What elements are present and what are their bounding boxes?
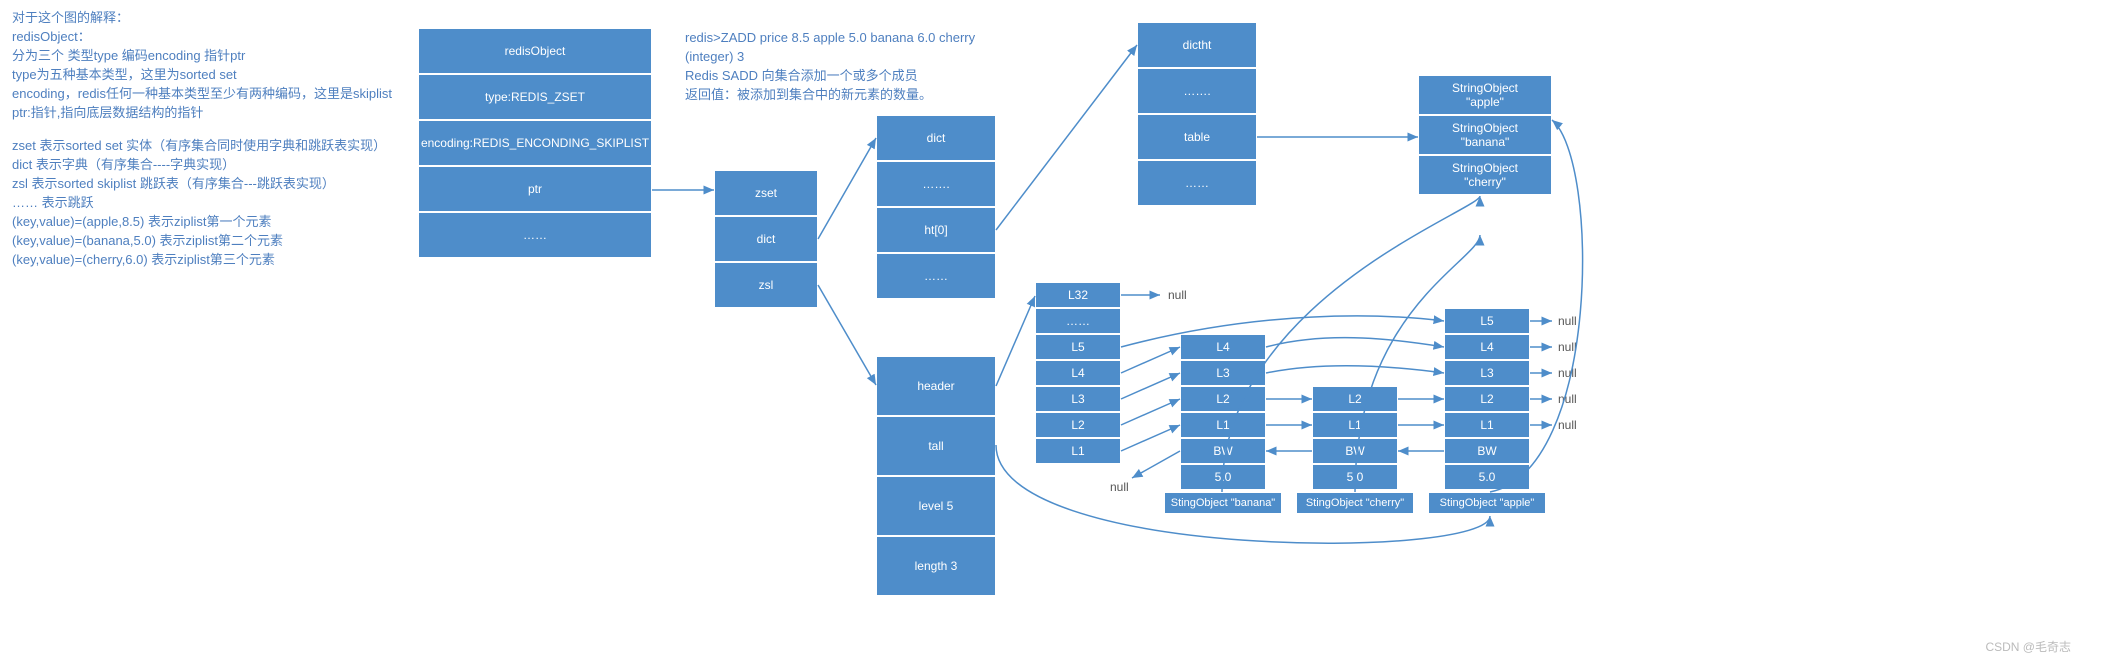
zset-zsl: zsl xyxy=(714,262,818,308)
exp-line: encoding，redis任何一种基本类型至少有两种编码，这里是skiplis… xyxy=(12,84,402,103)
cmd-line: Redis SADD 向集合添加一个或多个成员 xyxy=(685,66,1125,85)
redis-object-title: redisObject xyxy=(418,28,652,74)
dictht-title: dictht xyxy=(1137,22,1257,68)
exp-line: zset 表示sorted set 实体（有序集合同时使用字典和跳跃表实现） xyxy=(12,136,402,155)
zset-col: zset dict zsl xyxy=(714,170,818,308)
redis-object-col: redisObject type:REDIS_ZSET encoding:RED… xyxy=(418,28,652,258)
skip-l3: L3 xyxy=(1035,386,1121,412)
node2-col: L2 L1 BW 5.0 xyxy=(1312,386,1398,490)
cmd-line: 返回值：被添加到集合中的新元素的数量。 xyxy=(685,85,1125,104)
n2-bw: BW xyxy=(1312,438,1398,464)
skip-tall: tall xyxy=(876,416,996,476)
null-l2: null xyxy=(1558,392,1577,406)
string-cherry: StringObject"cherry" xyxy=(1418,155,1552,195)
n3-bw: BW xyxy=(1444,438,1530,464)
skip-ellipsis: …… xyxy=(1035,308,1121,334)
n3-l2: L2 xyxy=(1444,386,1530,412)
null-l5: null xyxy=(1558,314,1577,328)
exp-line: (key,value)=(cherry,6.0) 表示ziplist第三个元素 xyxy=(12,250,402,269)
node3-label: StingObject "apple" xyxy=(1428,492,1546,514)
cmd-line: redis>ZADD price 8.5 apple 5.0 banana 6.… xyxy=(685,28,1125,47)
exp-line: (key,value)=(apple,8.5) 表示ziplist第一个元素 xyxy=(12,212,402,231)
n3-l5: L5 xyxy=(1444,308,1530,334)
skip-l5: L5 xyxy=(1035,334,1121,360)
n1-l4: L4 xyxy=(1180,334,1266,360)
exp-line: 分为三个 类型type 编码encoding 指针ptr xyxy=(12,46,402,65)
null-l3: null xyxy=(1558,366,1577,380)
exp-line: zsl 表示sorted skiplist 跳跃表（有序集合---跳跃表实现） xyxy=(12,174,402,193)
n3-l4: L4 xyxy=(1444,334,1530,360)
n1-l1: L1 xyxy=(1180,412,1266,438)
n3-score: 5.0 xyxy=(1444,464,1530,490)
redis-object-ellipsis: …… xyxy=(418,212,652,258)
node1-col: L4 L3 L2 L1 BW 5.0 xyxy=(1180,334,1266,490)
exp-line: ptr:指针,指向底层数据结构的指针 xyxy=(12,103,402,122)
exp-line: (key,value)=(banana,5.0) 表示ziplist第二个元素 xyxy=(12,231,402,250)
n2-l2: L2 xyxy=(1312,386,1398,412)
skip-body-col: header tall level 5 length 3 xyxy=(876,356,996,596)
redis-object-encoding: encoding:REDIS_ENCONDING_SKIPLIST xyxy=(418,120,652,166)
skip-l1: L1 xyxy=(1035,438,1121,464)
null-l4: null xyxy=(1558,340,1577,354)
node2-label: StingObject "cherry" xyxy=(1296,492,1414,514)
string-banana: StringObject"banana" xyxy=(1418,115,1552,155)
n1-l2: L2 xyxy=(1180,386,1266,412)
dict-col: dict ……. ht[0] …… xyxy=(876,115,996,299)
null-bw: null xyxy=(1110,480,1129,494)
cmd-line: (integer) 3 xyxy=(685,47,1125,66)
dict-ellipsis2: …… xyxy=(876,253,996,299)
n3-l3: L3 xyxy=(1444,360,1530,386)
watermark: CSDN @毛奇志 xyxy=(1985,638,2071,655)
skip-l32: L32 xyxy=(1035,282,1121,308)
n2-score: 5.0 xyxy=(1312,464,1398,490)
exp-line: …… 表示跳跃 xyxy=(12,193,402,212)
n1-l3: L3 xyxy=(1180,360,1266,386)
dictht-table: table xyxy=(1137,114,1257,160)
redis-object-type: type:REDIS_ZSET xyxy=(418,74,652,120)
dict-ellipsis1: ……. xyxy=(876,161,996,207)
node1-label: StingObject "banana" xyxy=(1164,492,1282,514)
n1-bw: BW xyxy=(1180,438,1266,464)
string-object-col: StringObject"apple" StringObject"banana"… xyxy=(1418,75,1552,195)
skip-level: level 5 xyxy=(876,476,996,536)
node3-col: L5 L4 L3 L2 L1 BW 5.0 xyxy=(1444,308,1530,490)
skip-l2: L2 xyxy=(1035,412,1121,438)
skip-length: length 3 xyxy=(876,536,996,596)
exp-line: 对于这个图的解释： xyxy=(12,8,402,27)
redis-object-ptr: ptr xyxy=(418,166,652,212)
skip-l4: L4 xyxy=(1035,360,1121,386)
null-l32: null xyxy=(1168,288,1187,302)
skip-head-col: L32 …… L5 L4 L3 L2 L1 xyxy=(1035,282,1121,464)
skip-header: header xyxy=(876,356,996,416)
exp-line: redisObject： xyxy=(12,27,402,46)
zset-title: zset xyxy=(714,170,818,216)
dictht-col: dictht ……. table …… xyxy=(1137,22,1257,206)
dictht-ellipsis2: …… xyxy=(1137,160,1257,206)
explanation-block: 对于这个图的解释： redisObject： 分为三个 类型type 编码enc… xyxy=(12,8,402,269)
string-apple: StringObject"apple" xyxy=(1418,75,1552,115)
dict-ht0: ht[0] xyxy=(876,207,996,253)
exp-line: dict 表示字典（有序集合----字典实现） xyxy=(12,155,402,174)
command-block: redis>ZADD price 8.5 apple 5.0 banana 6.… xyxy=(685,28,1125,104)
n1-score: 5.0 xyxy=(1180,464,1266,490)
dict-title: dict xyxy=(876,115,996,161)
dictht-ellipsis1: ……. xyxy=(1137,68,1257,114)
n2-l1: L1 xyxy=(1312,412,1398,438)
null-l1: null xyxy=(1558,418,1577,432)
exp-line: type为五种基本类型，这里为sorted set xyxy=(12,65,402,84)
n3-l1: L1 xyxy=(1444,412,1530,438)
zset-dict: dict xyxy=(714,216,818,262)
